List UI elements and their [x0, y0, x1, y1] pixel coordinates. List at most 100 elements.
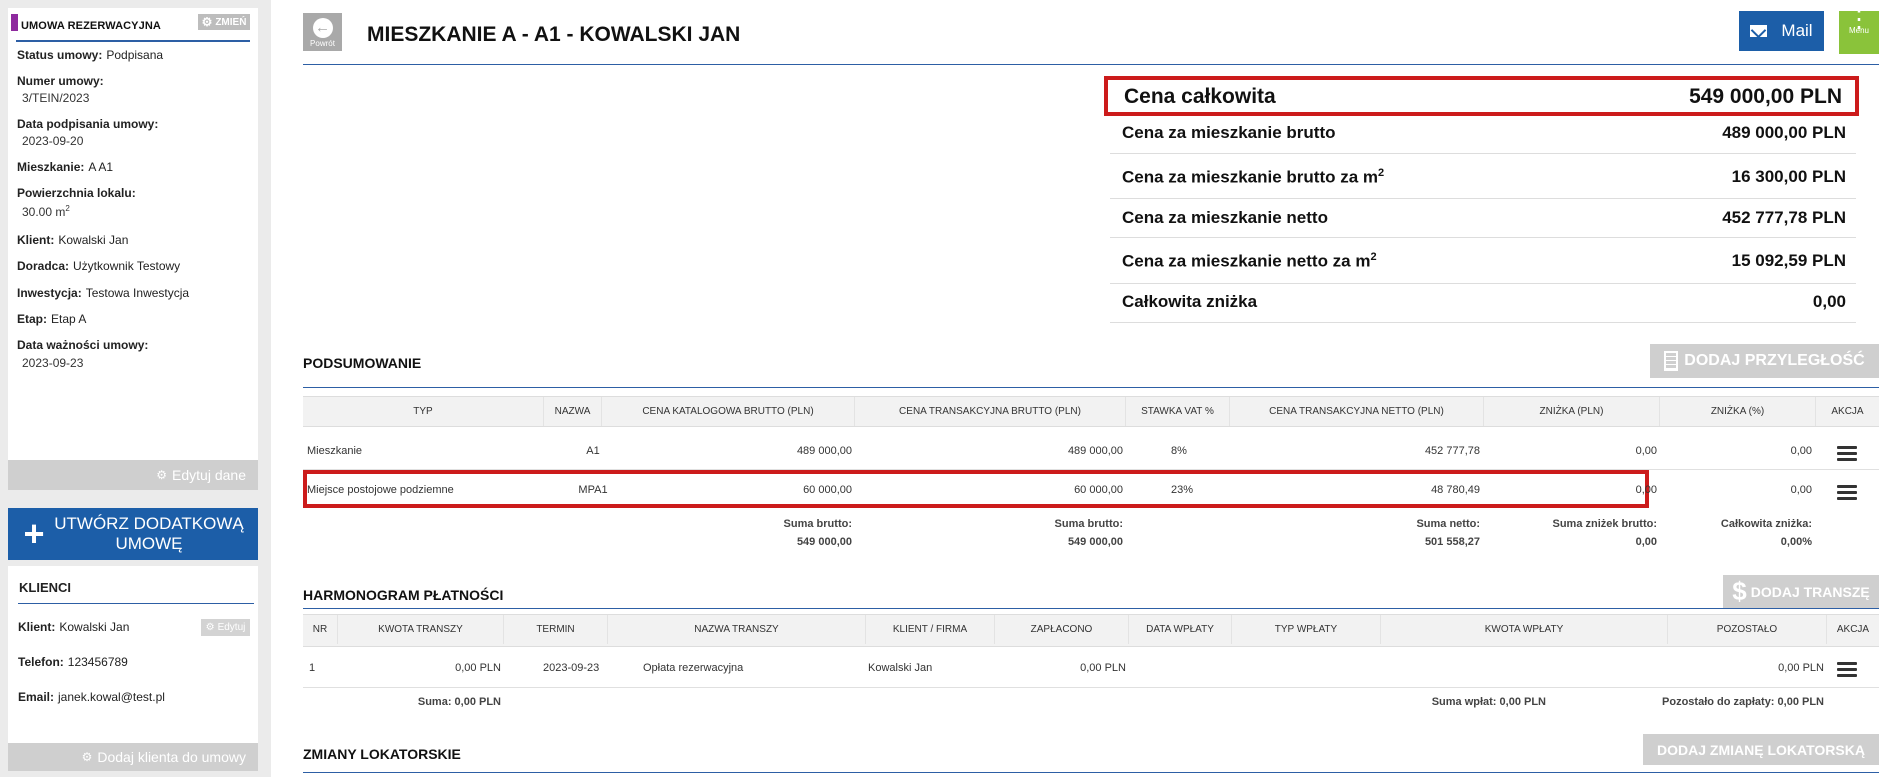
clients-title: KLIENCI [19, 580, 71, 595]
col-pay-date: DATA WPŁATY [1129, 615, 1232, 644]
cell-catalog-gross: 489 000,00 [796, 445, 852, 457]
validity-label: Data ważności umowy: [17, 338, 149, 352]
mail-label: Mail [1781, 21, 1813, 40]
back-button[interactable]: ← Powrót [303, 13, 342, 51]
summary-title: PODSUMOWANIE [303, 355, 422, 371]
cell-catalog-gross: 60 000,00 [803, 484, 852, 496]
cell-trans-net: 452 777,78 [1424, 445, 1480, 457]
net-m2-label: Cena za mieszkanie netto za m2 [1122, 250, 1377, 271]
col-amount: KWOTA TRANSZY [338, 615, 504, 644]
sum-discount: 0,00 [1635, 536, 1657, 548]
total-price-row: Cena całkowita 549 000,00 PLN [1110, 84, 1856, 110]
create-additional-label: UTWÓRZ DODATKOWĄ UMOWĘ [54, 514, 244, 553]
validity-value: 2023-09-23 [22, 356, 84, 370]
number-value: 3/TEIN/2023 [22, 91, 90, 105]
edit-client-button[interactable]: ⚙ Edytuj [201, 619, 250, 636]
sum-net-label: Suma netto: [1416, 518, 1480, 530]
col-discount-pct: ZNIŻKA (%) [1660, 397, 1816, 426]
envelope-icon [1750, 25, 1768, 37]
col-catalog-gross: CENA KATALOGOWA BRUTTO (PLN) [602, 397, 855, 426]
gross-m2-row: Cena za mieszkanie brutto za m2 16 300,0… [1110, 165, 1856, 189]
col-discount-pln: ZNIŻKA (PLN) [1484, 397, 1660, 426]
edit-data-button[interactable]: ⚙ Edytuj dane [8, 460, 258, 490]
schedule-divider [303, 608, 1879, 609]
gear-icon: ⚙ [205, 621, 215, 633]
investment-label: Inwestycja: [17, 286, 82, 300]
stage-value: Etap A [51, 312, 87, 326]
client-field: Klient: Kowalski Jan [17, 233, 128, 247]
row-menu-icon[interactable] [1837, 662, 1857, 678]
dollar-icon: $ [1732, 576, 1747, 606]
col-name: NAZWA [544, 397, 602, 426]
status-field: Status umowy: Podpisana [17, 48, 163, 62]
col-action: AKCJA [1831, 406, 1864, 417]
discount-label: Całkowita zniżka [1122, 292, 1258, 311]
stage-field: Etap: Etap A [17, 312, 86, 326]
total-discount-label: Całkowita zniżka: [1720, 518, 1812, 530]
price-divider [1110, 322, 1856, 323]
status-label: Status umowy: [17, 48, 103, 62]
phone-row: Telefon: 123456789 [18, 655, 128, 669]
add-tranche-button[interactable]: $ DODAJ TRANSZĘ [1723, 575, 1879, 608]
client-row: Klient: Kowalski Jan [18, 620, 129, 634]
page-title: MIESZKANIE A - A1 - KOWALSKI JAN [367, 23, 741, 46]
total-price-label: Cena całkowita [1124, 85, 1276, 108]
col-action: AKCJA [1836, 624, 1870, 635]
area-value: 30.00 m2 [22, 204, 70, 219]
schedule-table-header: NR KWOTA TRANSZY TERMIN NAZWA TRANSZY KL… [303, 614, 1879, 647]
net-m2-row: Cena za mieszkanie netto za m2 15 092,59… [1110, 249, 1856, 273]
contract-panel: UMOWA REZERWACYJNA ⚙ ZMIEŃ Status umowy:… [8, 8, 258, 460]
client-label: Klient: [17, 233, 55, 247]
header-divider [303, 64, 1879, 65]
gross-price-row: Cena za mieszkanie brutto 489 000,00 PLN [1110, 123, 1856, 143]
number-label: Numer umowy: [17, 74, 104, 88]
create-additional-contract-button[interactable]: + UTWÓRZ DODATKOWĄ UMOWĘ [8, 508, 258, 560]
client-name: Kowalski Jan [59, 620, 130, 634]
email-row: Email: janek.kowal@test.pl [18, 690, 165, 704]
add-client-button[interactable]: ⚙ Dodaj klienta do umowy [8, 743, 258, 771]
row-menu-icon[interactable] [1837, 485, 1857, 501]
add-adjacent-button[interactable]: DODAJ PRZYLEGŁOŚĆ [1650, 344, 1879, 378]
net-price-label: Cena za mieszkanie netto [1122, 208, 1328, 227]
summary-table-header: TYP NAZWA CENA KATALOGOWA BRUTTO (PLN) C… [303, 396, 1879, 427]
email-label: Email: [18, 690, 55, 704]
status-value: Podpisana [106, 48, 164, 62]
col-pay-type: TYP WPŁATY [1232, 615, 1381, 644]
gear-icon: ⚙ [81, 750, 93, 764]
col-due: TERMIN [504, 615, 608, 644]
cell-nr: 1 [309, 662, 316, 674]
discount-row: Całkowita zniżka 0,00 [1110, 292, 1856, 312]
main-content: ← Powrót MIESZKANIE A - A1 - KOWALSKI JA… [271, 0, 1895, 777]
net-m2-value: 15 092,59 PLN [1731, 251, 1846, 270]
cell-discount-pln: 0,00 [1635, 445, 1657, 457]
price-divider [1110, 153, 1856, 154]
cell-amount: 0,00 PLN [455, 662, 501, 674]
cell-discount-pct: 0,00 [1790, 445, 1812, 457]
client-label: Klient: [18, 620, 56, 634]
cell-type: Mieszkanie [307, 445, 363, 457]
add-tenant-change-button[interactable]: DODAJ ZMIANĘ LOKATORSKĄ [1643, 734, 1879, 765]
flat-value: A A1 [88, 160, 114, 174]
accent-marker [11, 14, 18, 31]
menu-button[interactable]: ⋮ Menu [1839, 8, 1879, 54]
schedule-title: HARMONOGRAM PŁATNOŚCI [303, 587, 504, 603]
row-menu-icon[interactable] [1837, 446, 1857, 462]
cell-paid: 0,00 PLN [1080, 662, 1126, 674]
change-contract-button[interactable]: ⚙ ZMIEŃ [198, 14, 250, 30]
area-label: Powierzchnia lokalu: [17, 186, 136, 200]
cell-trans-gross: 60 000,00 [1074, 484, 1123, 496]
col-client: KLIENT / FIRMA [866, 615, 995, 644]
net-price-row: Cena za mieszkanie netto 452 777,78 PLN [1110, 208, 1856, 228]
sum-catalog-gross: 549 000,00 [796, 536, 852, 548]
col-pay-amount: KWOTA WPŁATY [1381, 615, 1668, 644]
sum-gross-label-2: Suma brutto: [1054, 518, 1123, 530]
phone-value: 123456789 [67, 655, 128, 669]
contract-type-title: UMOWA REZERWACYJNA [21, 20, 161, 32]
gross-price-value: 489 000,00 PLN [1722, 123, 1846, 142]
app: UMOWA REZERWACYJNA ⚙ ZMIEŃ Status umowy:… [0, 0, 1895, 777]
col-vat: STAWKA VAT % [1126, 397, 1230, 426]
discount-value: 0,00 [1812, 292, 1846, 311]
email-value: janek.kowal@test.pl [58, 690, 165, 704]
mail-button[interactable]: Mail [1739, 11, 1824, 51]
col-remaining: POZOSTAŁO [1668, 615, 1827, 644]
